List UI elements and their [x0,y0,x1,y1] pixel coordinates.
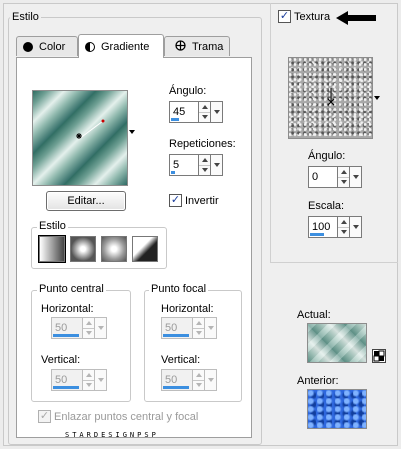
center-vertical-label: Vertical: [41,354,81,366]
focal-vertical-label: Vertical: [161,354,201,366]
sunburst-style-button[interactable] [101,236,127,262]
center-vertical-field[interactable]: 50 [51,369,83,391]
angle-stepper[interactable] [199,101,211,123]
focal-horizontal-spinbox[interactable]: 50 [161,317,217,339]
angle-level-bar [171,118,179,121]
watermark-text: STARDESIGNPSP [65,431,159,439]
anterior-label: Anterior: [297,375,339,387]
link-points-label: Enlazar puntos central y focal [54,411,199,423]
center-horizontal-spinbox[interactable]: 50 [51,317,107,339]
invert-label: Invertir [185,195,219,207]
gradient-tab-panel: Ángulo: 45 Repeticiones: 5 Editar... ✓ I… [16,57,252,439]
center-point-title: Punto central [37,283,106,296]
gradient-style-group-title: Estilo [37,220,68,233]
focal-vertical-field[interactable]: 50 [161,369,193,391]
rectangular-style-button[interactable] [70,236,96,262]
radial-style-button[interactable] [132,236,158,262]
estilo-group-title: Estilo [10,11,41,24]
texture-scale-field[interactable]: 100 [308,216,338,238]
left-arrow-icon [336,11,376,25]
tab-gradiente-label: Gradiente [101,40,150,53]
texture-angle-field[interactable]: 0 [308,166,338,188]
center-horizontal-label: Horizontal: [41,303,94,315]
texture-angle-label: Ángulo: [308,150,346,162]
tab-color-label: Color [39,40,66,53]
angle-handle-icon [76,119,105,140]
repeats-field[interactable]: 5 [169,154,199,176]
repeats-label: Repeticiones: [169,138,236,150]
gradient-preview[interactable] [32,90,128,186]
repeats-level-bar [171,171,175,174]
actual-label: Actual: [297,309,331,321]
focal-horizontal-field[interactable]: 50 [161,317,193,339]
repeats-stepper[interactable] [199,154,211,176]
tab-trama-label: Trama [192,40,224,53]
texture-checkbox[interactable]: ✓ [278,10,291,23]
texture-angle-spinbox[interactable]: 0 [308,166,362,188]
angle-label: Ángulo: [169,85,207,97]
texture-preview[interactable] [288,57,373,139]
focal-point-title: Punto focal [149,283,209,296]
center-vertical-spinbox[interactable]: 50 [51,369,107,391]
texture-scale-label: Escala: [308,200,345,212]
gradient-dropdown-arrow-icon[interactable] [129,130,135,134]
angle-dropdown[interactable] [211,101,223,123]
tab-color[interactable]: Color [16,36,78,56]
invert-checkbox[interactable]: ✓ [169,194,182,207]
focal-vertical-spinbox[interactable]: 50 [161,369,217,391]
texture-label: Textura [294,11,331,23]
texture-angle-handle-icon [327,88,335,106]
center-horizontal-field[interactable]: 50 [51,317,83,339]
link-points-checkbox[interactable]: ✓ [38,410,51,423]
pattern-globe-icon [175,39,186,54]
repeats-spinbox[interactable]: 5 [169,154,223,176]
tab-gradiente[interactable]: Gradiente [78,34,164,58]
actual-swatch [307,323,367,363]
repeats-dropdown[interactable] [211,154,223,176]
anterior-swatch[interactable] [307,389,367,429]
swap-icon[interactable] [372,349,386,363]
edit-button-label: Editar... [67,195,105,207]
linear-style-button[interactable] [39,236,65,262]
texture-dropdown-arrow-icon[interactable] [374,96,380,100]
focal-horizontal-label: Horizontal: [161,303,214,315]
edit-button[interactable]: Editar... [46,191,126,211]
angle-spinbox[interactable]: 45 [169,101,223,123]
tab-trama[interactable]: Trama [164,36,230,56]
half-circle-icon [85,41,95,52]
color-dot-icon [23,41,33,52]
texture-scale-spinbox[interactable]: 100 [308,216,362,238]
angle-field[interactable]: 45 [169,101,199,123]
